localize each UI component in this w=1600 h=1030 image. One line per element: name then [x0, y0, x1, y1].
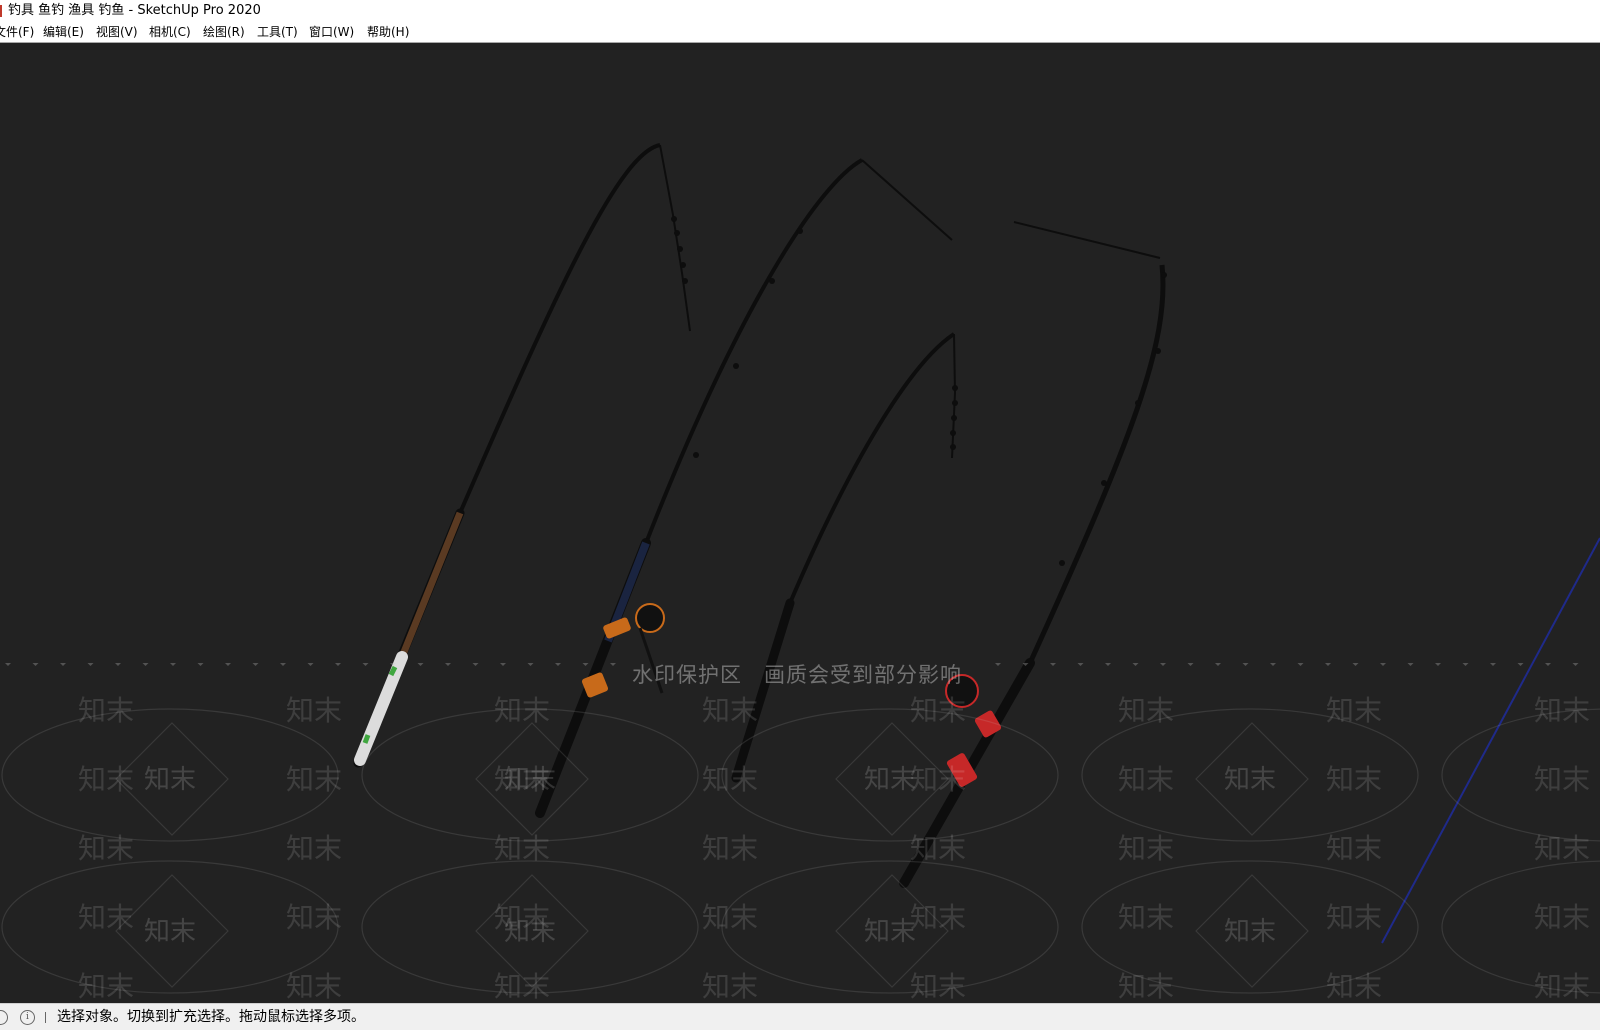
title-bar: 钓具 鱼钓 渔具 钓鱼 - SketchUp Pro 2020 [0, 0, 1600, 22]
geo-location-icon[interactable] [0, 1010, 8, 1025]
fishing-rod-3[interactable] [731, 332, 958, 783]
blue-axis-line [1381, 537, 1600, 944]
fishing-rod-4[interactable] [899, 221, 1167, 888]
status-divider [45, 1012, 46, 1023]
status-bar: i 选择对象。切换到扩充选择。拖动鼠标选择多项。 [0, 1003, 1600, 1030]
menu-view[interactable]: 视图(V) [96, 22, 138, 42]
menu-draw[interactable]: 绘图(R) [203, 22, 245, 42]
fishing-rod-1[interactable] [353, 143, 691, 768]
menu-camera[interactable]: 相机(C) [149, 22, 191, 42]
window-title: 钓具 鱼钓 渔具 钓鱼 - SketchUp Pro 2020 [8, 3, 261, 18]
menu-file[interactable]: 文件(F) [0, 22, 34, 42]
sketchup-app-icon[interactable] [0, 5, 2, 17]
menu-help[interactable]: 帮助(H) [367, 22, 409, 42]
menu-tools[interactable]: 工具(T) [257, 22, 298, 42]
model-canvas[interactable] [0, 43, 1600, 1003]
model-viewport[interactable]: 水印保护区 画质会受到部分影响 知末 知末 知末 知末 知末 知末 知末 知末 知末 知末 知末 知末… [0, 43, 1600, 1003]
info-icon[interactable]: i [20, 1010, 35, 1025]
menu-window[interactable]: 窗口(W) [309, 22, 354, 42]
fishing-rod-2[interactable] [535, 158, 953, 818]
menu-bar: 文件(F) 编辑(E) 视图(V) 相机(C) 绘图(R) 工具(T) 窗口(W… [0, 22, 1600, 43]
menu-edit[interactable]: 编辑(E) [43, 22, 84, 42]
status-hint: 选择对象。切换到扩充选择。拖动鼠标选择多项。 [57, 1009, 365, 1025]
